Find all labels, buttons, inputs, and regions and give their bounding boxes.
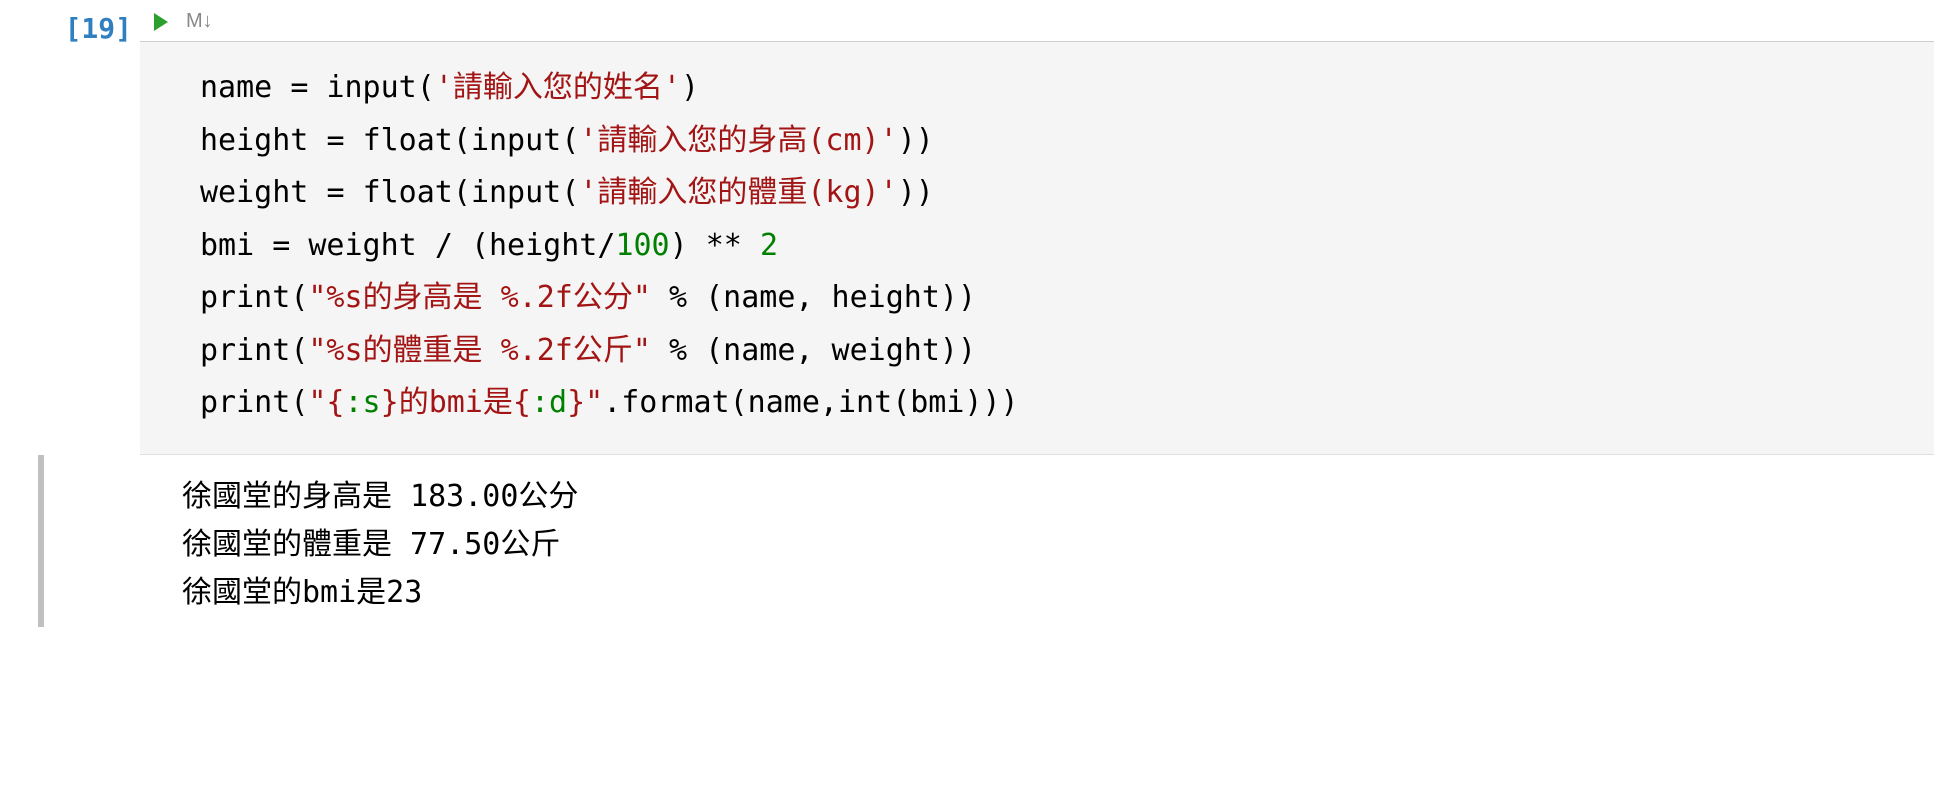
code-token: print <box>200 333 290 368</box>
code-token: 100 <box>615 228 669 263</box>
code-token: '請輸入您的姓名' <box>435 70 681 105</box>
code-token: }" <box>567 385 603 420</box>
code-token: .format(name, <box>603 385 838 420</box>
code-token: ) <box>670 228 706 263</box>
code-token: name <box>200 70 290 105</box>
execution-count: [19] <box>65 12 132 45</box>
code-token: float <box>363 123 453 158</box>
code-token: ( <box>561 175 579 210</box>
code-token: bmi <box>200 228 272 263</box>
code-token: 公分" <box>573 280 651 315</box>
cell-output: 徐國堂的身高是 183.00公分 徐國堂的體重是 77.50公斤 徐國堂的bmi… <box>178 455 588 627</box>
code-token: ) <box>681 70 699 105</box>
code-token: / <box>435 228 471 263</box>
output-line: 徐國堂的身高是 183.00公分 <box>182 479 578 514</box>
code-token: '請輸入您的身高(cm)' <box>579 123 897 158</box>
output-container: 徐國堂的身高是 183.00公分 徐國堂的體重是 77.50公斤 徐國堂的bmi… <box>0 455 1934 627</box>
code-token: ( <box>561 123 579 158</box>
code-token: input <box>326 70 416 105</box>
code-token: :d <box>531 385 567 420</box>
cell-toolbar: M↓ <box>140 0 1934 42</box>
markdown-toggle[interactable]: M↓ <box>186 10 213 33</box>
notebook-cell: [19] M↓ name = input('請輸入您的姓名') height =… <box>0 0 1934 455</box>
code-token: '請輸入您的體重(kg)' <box>579 175 897 210</box>
code-token: ( <box>453 123 471 158</box>
code-token: print <box>200 385 290 420</box>
code-token: %.2f <box>501 333 573 368</box>
code-token: (name, weight)) <box>705 333 976 368</box>
code-token: height <box>200 123 326 158</box>
code-token: input <box>471 123 561 158</box>
code-token: float <box>363 175 453 210</box>
code-token: ( <box>290 280 308 315</box>
code-token: weight <box>308 228 434 263</box>
code-token: ( <box>290 385 308 420</box>
code-token: / <box>597 228 615 263</box>
code-token: 公斤" <box>573 333 651 368</box>
code-token: = <box>272 228 308 263</box>
code-token: "{ <box>308 385 344 420</box>
code-token: ( <box>417 70 435 105</box>
code-editor[interactable]: name = input('請輸入您的姓名') height = float(i… <box>140 42 1934 455</box>
code-token: %.2f <box>501 280 573 315</box>
output-line: 徐國堂的bmi是23 <box>182 575 422 610</box>
code-token: } <box>381 385 399 420</box>
code-token: (height <box>471 228 597 263</box>
code-token: (bmi))) <box>892 385 1018 420</box>
output-gutter <box>38 455 178 627</box>
code-token: 的身高是 <box>363 280 501 315</box>
code-token: ** <box>706 228 760 263</box>
prompt-column: [19] <box>0 0 140 455</box>
cell-body: M↓ name = input('請輸入您的姓名') height = floa… <box>140 0 1934 455</box>
code-token: 是 <box>483 385 513 420</box>
code-token: :s <box>345 385 381 420</box>
code-token: weight <box>200 175 326 210</box>
code-token: "%s <box>308 280 362 315</box>
code-token: ( <box>453 175 471 210</box>
code-token: { <box>513 385 531 420</box>
code-token: input <box>471 175 561 210</box>
code-token: % <box>651 280 705 315</box>
code-token: print <box>200 280 290 315</box>
code-token: 2 <box>760 228 778 263</box>
code-token: "%s <box>308 333 362 368</box>
code-token: ( <box>290 333 308 368</box>
code-token: )) <box>898 123 934 158</box>
code-token: 的 <box>399 385 429 420</box>
code-token: bmi <box>429 385 483 420</box>
code-token: = <box>326 175 362 210</box>
run-icon[interactable] <box>154 13 168 31</box>
code-token: (name, height)) <box>705 280 976 315</box>
code-token: = <box>290 70 326 105</box>
code-token: 的體重是 <box>363 333 501 368</box>
code-token: )) <box>898 175 934 210</box>
code-token: = <box>326 123 362 158</box>
output-line: 徐國堂的體重是 77.50公斤 <box>182 527 560 562</box>
code-token: % <box>651 333 705 368</box>
code-token: int <box>838 385 892 420</box>
